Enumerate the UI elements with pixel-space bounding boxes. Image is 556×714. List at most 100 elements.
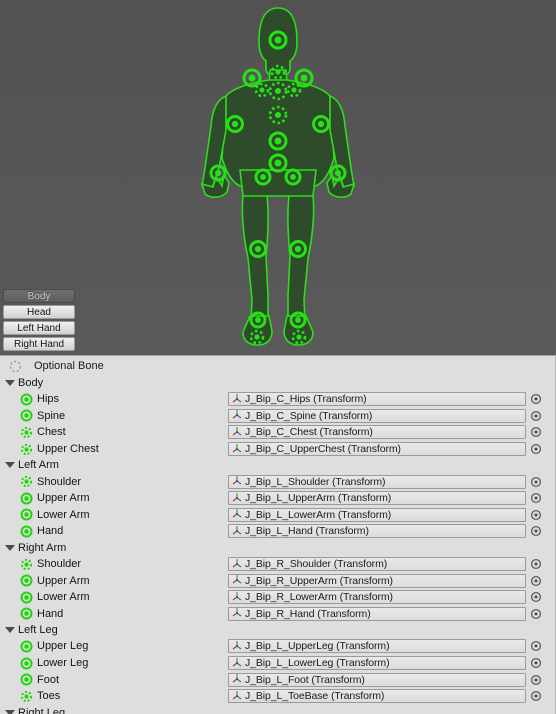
bone-group-header-body[interactable]: Body [0, 375, 556, 391]
bone-group-header-left-arm[interactable]: Left Arm [0, 457, 556, 473]
bone-object-field[interactable]: J_Bip_L_Hand (Transform) [228, 524, 526, 539]
chevron-down-icon[interactable] [5, 544, 15, 551]
bone-object-field[interactable]: J_Bip_L_ToeBase (Transform) [228, 689, 526, 704]
transform-icon [231, 657, 243, 669]
required-joint-icon[interactable] [20, 409, 33, 422]
bone-name-label: Hand [37, 525, 64, 538]
bone-name-label: Lower Arm [37, 591, 90, 604]
object-picker-button[interactable] [528, 442, 544, 456]
bone-name-label: Spine [37, 409, 66, 422]
bone-row: Upper Chest J_Bip_C_UpperChest (Transfor… [0, 441, 556, 458]
bone-object-field[interactable]: J_Bip_C_UpperChest (Transform) [228, 442, 526, 457]
transform-icon [231, 509, 243, 521]
tab-body[interactable]: Body [3, 289, 75, 303]
bone-label-cell: Spine [0, 409, 228, 422]
bone-name-label: Toes [37, 690, 61, 703]
bone-object-value: J_Bip_L_ToeBase (Transform) [245, 690, 385, 703]
tab-head[interactable]: Head [3, 305, 75, 319]
required-joint-icon[interactable] [20, 393, 33, 406]
bone-group-label: Right Arm [18, 541, 67, 554]
optional-joint-icon[interactable] [20, 443, 33, 456]
object-picker-button[interactable] [528, 574, 544, 588]
bone-object-field[interactable]: J_Bip_R_UpperArm (Transform) [228, 573, 526, 588]
bone-label-cell: Shoulder [0, 558, 228, 571]
optional-joint-icon[interactable] [20, 475, 33, 488]
chevron-down-icon[interactable] [5, 462, 15, 469]
object-picker-button[interactable] [528, 475, 544, 489]
bone-object-field[interactable]: J_Bip_C_Hips (Transform) [228, 392, 526, 407]
humanoid-avatar-figure[interactable]: .bdy{fill:#2e4b2b;stroke:#2ddd1c;stroke-… [0, 0, 556, 355]
object-picker-button[interactable] [528, 425, 544, 439]
transform-icon [231, 443, 243, 455]
bone-name-label: Upper Arm [37, 574, 90, 587]
optional-joint-icon[interactable] [20, 558, 33, 571]
bone-group-header-right-arm[interactable]: Right Arm [0, 540, 556, 556]
object-picker-button[interactable] [528, 607, 544, 621]
object-picker-button[interactable] [528, 557, 544, 571]
transform-icon [231, 476, 243, 488]
required-joint-icon[interactable] [20, 492, 33, 505]
avatar-part-tabs: Body Head Left Hand Right Hand [3, 289, 75, 353]
bone-object-field[interactable]: J_Bip_L_UpperArm (Transform) [228, 491, 526, 506]
optional-bone-legend: Optional Bone [0, 357, 556, 375]
chevron-down-icon[interactable] [5, 709, 15, 714]
bone-group-header-left-leg[interactable]: Left Leg [0, 622, 556, 638]
bone-object-field[interactable]: J_Bip_R_Shoulder (Transform) [228, 557, 526, 572]
required-joint-icon[interactable] [20, 508, 33, 521]
optional-joint-icon[interactable] [20, 426, 33, 439]
bone-name-label: Upper Chest [37, 443, 99, 456]
object-picker-button[interactable] [528, 689, 544, 703]
bone-group-header-right-leg[interactable]: Right Leg [0, 705, 556, 714]
bone-object-field[interactable]: J_Bip_C_Chest (Transform) [228, 425, 526, 440]
transform-icon [231, 410, 243, 422]
bone-object-field[interactable]: J_Bip_C_Spine (Transform) [228, 408, 526, 423]
bone-row: Spine J_Bip_C_Spine (Transform) [0, 408, 556, 425]
object-picker-button[interactable] [528, 524, 544, 538]
chevron-down-icon[interactable] [5, 380, 15, 386]
bone-group-label: Left Leg [18, 624, 58, 637]
required-joint-icon[interactable] [20, 591, 33, 604]
object-picker-button[interactable] [528, 508, 544, 522]
bone-name-label: Upper Arm [37, 492, 90, 505]
bone-object-field[interactable]: J_Bip_L_LowerLeg (Transform) [228, 656, 526, 671]
bone-object-value: J_Bip_C_Chest (Transform) [245, 426, 373, 439]
object-picker-button[interactable] [528, 409, 544, 423]
bone-name-label: Shoulder [37, 475, 82, 488]
bone-object-value: J_Bip_L_UpperLeg (Transform) [245, 640, 390, 653]
bone-object-field[interactable]: J_Bip_L_LowerArm (Transform) [228, 507, 526, 522]
bone-object-field[interactable]: J_Bip_L_Foot (Transform) [228, 672, 526, 687]
object-picker-button[interactable] [528, 392, 544, 406]
bone-row: Shoulder J_Bip_L_Shoulder (Transform) [0, 473, 556, 490]
bone-object-value: J_Bip_R_Hand (Transform) [245, 607, 371, 620]
tab-left-hand[interactable]: Left Hand [3, 321, 75, 335]
required-joint-icon[interactable] [20, 525, 33, 538]
object-picker-button[interactable] [528, 656, 544, 670]
bone-label-cell: Upper Arm [0, 492, 228, 505]
bone-object-field[interactable]: J_Bip_L_UpperLeg (Transform) [228, 639, 526, 654]
bone-row: Foot J_Bip_L_Foot (Transform) [0, 671, 556, 688]
required-joint-icon[interactable] [20, 657, 33, 670]
optional-joint-icon[interactable] [20, 690, 33, 703]
object-picker-button[interactable] [528, 673, 544, 687]
object-picker-button[interactable] [528, 590, 544, 604]
bone-label-cell: Hips [0, 393, 228, 406]
bone-row: Hand J_Bip_R_Hand (Transform) [0, 606, 556, 623]
required-joint-icon[interactable] [20, 673, 33, 686]
required-joint-icon[interactable] [20, 574, 33, 587]
bone-object-field[interactable]: J_Bip_L_Shoulder (Transform) [228, 474, 526, 489]
bone-object-value: J_Bip_C_Spine (Transform) [245, 409, 373, 422]
bone-label-cell: Toes [0, 690, 228, 703]
object-picker-button[interactable] [528, 491, 544, 505]
object-picker-button[interactable] [528, 639, 544, 653]
bone-object-field[interactable]: J_Bip_R_Hand (Transform) [228, 606, 526, 621]
chevron-down-icon[interactable] [5, 627, 15, 634]
required-joint-icon[interactable] [20, 607, 33, 620]
bone-object-field[interactable]: J_Bip_R_LowerArm (Transform) [228, 590, 526, 605]
bone-row: Upper Arm J_Bip_R_UpperArm (Transform) [0, 572, 556, 589]
bone-group-list: Body Hips J_Bip_C_Hips (Transform) Spine [0, 375, 556, 714]
avatar-preview-viewport[interactable]: .bdy{fill:#2e4b2b;stroke:#2ddd1c;stroke-… [0, 0, 556, 355]
transform-icon [231, 558, 243, 570]
tab-right-hand[interactable]: Right Hand [3, 337, 75, 351]
required-joint-icon[interactable] [20, 640, 33, 653]
bone-name-label: Shoulder [37, 558, 82, 571]
